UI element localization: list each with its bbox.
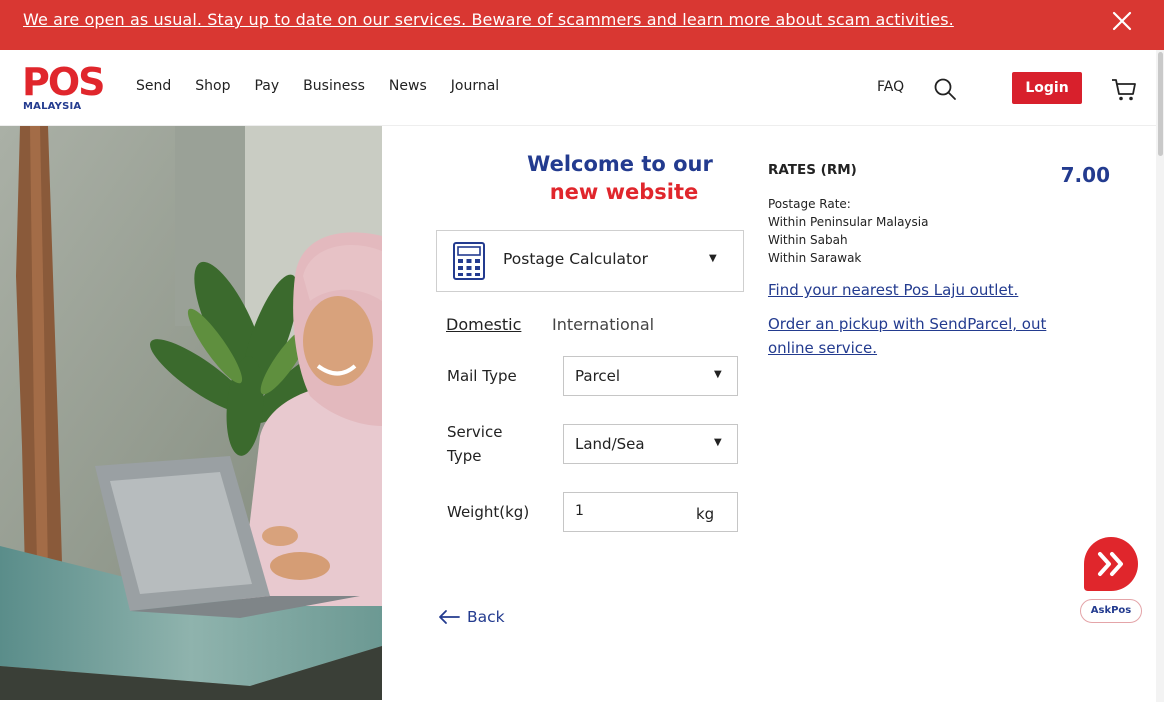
askpos-chat-button[interactable]: AskPos (1080, 535, 1142, 625)
arrow-left-icon (438, 609, 460, 625)
welcome-line-2: new website (549, 180, 699, 204)
rates-line: Within Sarawak (768, 251, 862, 265)
mail-type-label: Mail Type (447, 367, 517, 385)
page-scrollbar-thumb[interactable] (1158, 52, 1163, 156)
caret-down-icon: ▼ (714, 437, 722, 448)
site-header: POS MALAYSIA Send Shop Pay Business News… (0, 50, 1164, 126)
find-outlet-link[interactable]: Find your nearest Pos Laju outlet. (768, 278, 1088, 302)
welcome-heading: Welcome to our new website (436, 150, 808, 206)
nav-item-pay[interactable]: Pay (254, 78, 279, 94)
nav-item-business[interactable]: Business (303, 78, 365, 94)
pos-malaysia-logo[interactable]: POS MALAYSIA (22, 62, 106, 114)
logo-wordmark: POS (22, 60, 106, 104)
nav-item-shop[interactable]: Shop (195, 78, 230, 94)
service-type-label-line-1: Service (447, 423, 503, 441)
tab-international[interactable]: International (552, 315, 654, 334)
mail-type-select[interactable]: Parcel ▼ (563, 356, 738, 396)
rates-line: Within Sabah (768, 233, 848, 247)
nav-item-news[interactable]: News (389, 78, 427, 94)
welcome-line-1: Welcome to our (527, 152, 713, 176)
nav-item-send[interactable]: Send (136, 78, 171, 94)
chevrons-right-icon (1082, 535, 1140, 593)
back-button[interactable]: Back (438, 608, 505, 626)
weight-unit: kg (696, 505, 715, 523)
logo-subtext: MALAYSIA (23, 101, 82, 112)
announcement-banner: We are open as usual. Stay up to date on… (0, 0, 1164, 50)
service-type-select[interactable]: Land/Sea ▼ (563, 424, 738, 464)
cart-icon[interactable] (1111, 77, 1137, 103)
calculator-type-label: Postage Calculator (503, 250, 648, 268)
hero-image (0, 126, 382, 700)
search-icon[interactable] (933, 77, 957, 101)
rates-title: RATES (RM) (768, 162, 857, 178)
rates-line: Within Peninsular Malaysia (768, 215, 929, 229)
mail-type-value: Parcel (575, 367, 621, 385)
service-type-label-line-2: Type (447, 447, 482, 465)
pickup-sendparcel-link[interactable]: Order an pickup with SendParcel, out onl… (768, 312, 1078, 360)
faq-link[interactable]: FAQ (877, 79, 904, 95)
close-icon[interactable] (1110, 9, 1134, 33)
caret-down-icon: ▼ (714, 369, 722, 380)
rates-details: Postage Rate: Within Peninsular Malaysia… (768, 195, 928, 267)
calculator-type-dropdown[interactable]: Postage Calculator ▼ (436, 230, 744, 292)
weight-label: Weight(kg) (447, 503, 530, 521)
caret-down-icon: ▼ (709, 253, 717, 264)
service-type-value: Land/Sea (575, 435, 645, 453)
weight-field: kg (563, 492, 738, 532)
main-nav: Send Shop Pay Business News Journal (136, 78, 523, 94)
nav-item-journal[interactable]: Journal (451, 78, 499, 94)
tab-domestic[interactable]: Domestic (446, 315, 521, 334)
rates-value: 7.00 (1060, 163, 1110, 187)
back-label: Back (467, 608, 505, 626)
announcement-link[interactable]: We are open as usual. Stay up to date on… (23, 10, 954, 29)
login-button[interactable]: Login (1012, 72, 1082, 104)
calculator-icon (453, 242, 485, 280)
rates-line: Postage Rate: (768, 197, 851, 211)
weight-input[interactable] (575, 503, 685, 519)
askpos-label: AskPos (1080, 599, 1142, 623)
